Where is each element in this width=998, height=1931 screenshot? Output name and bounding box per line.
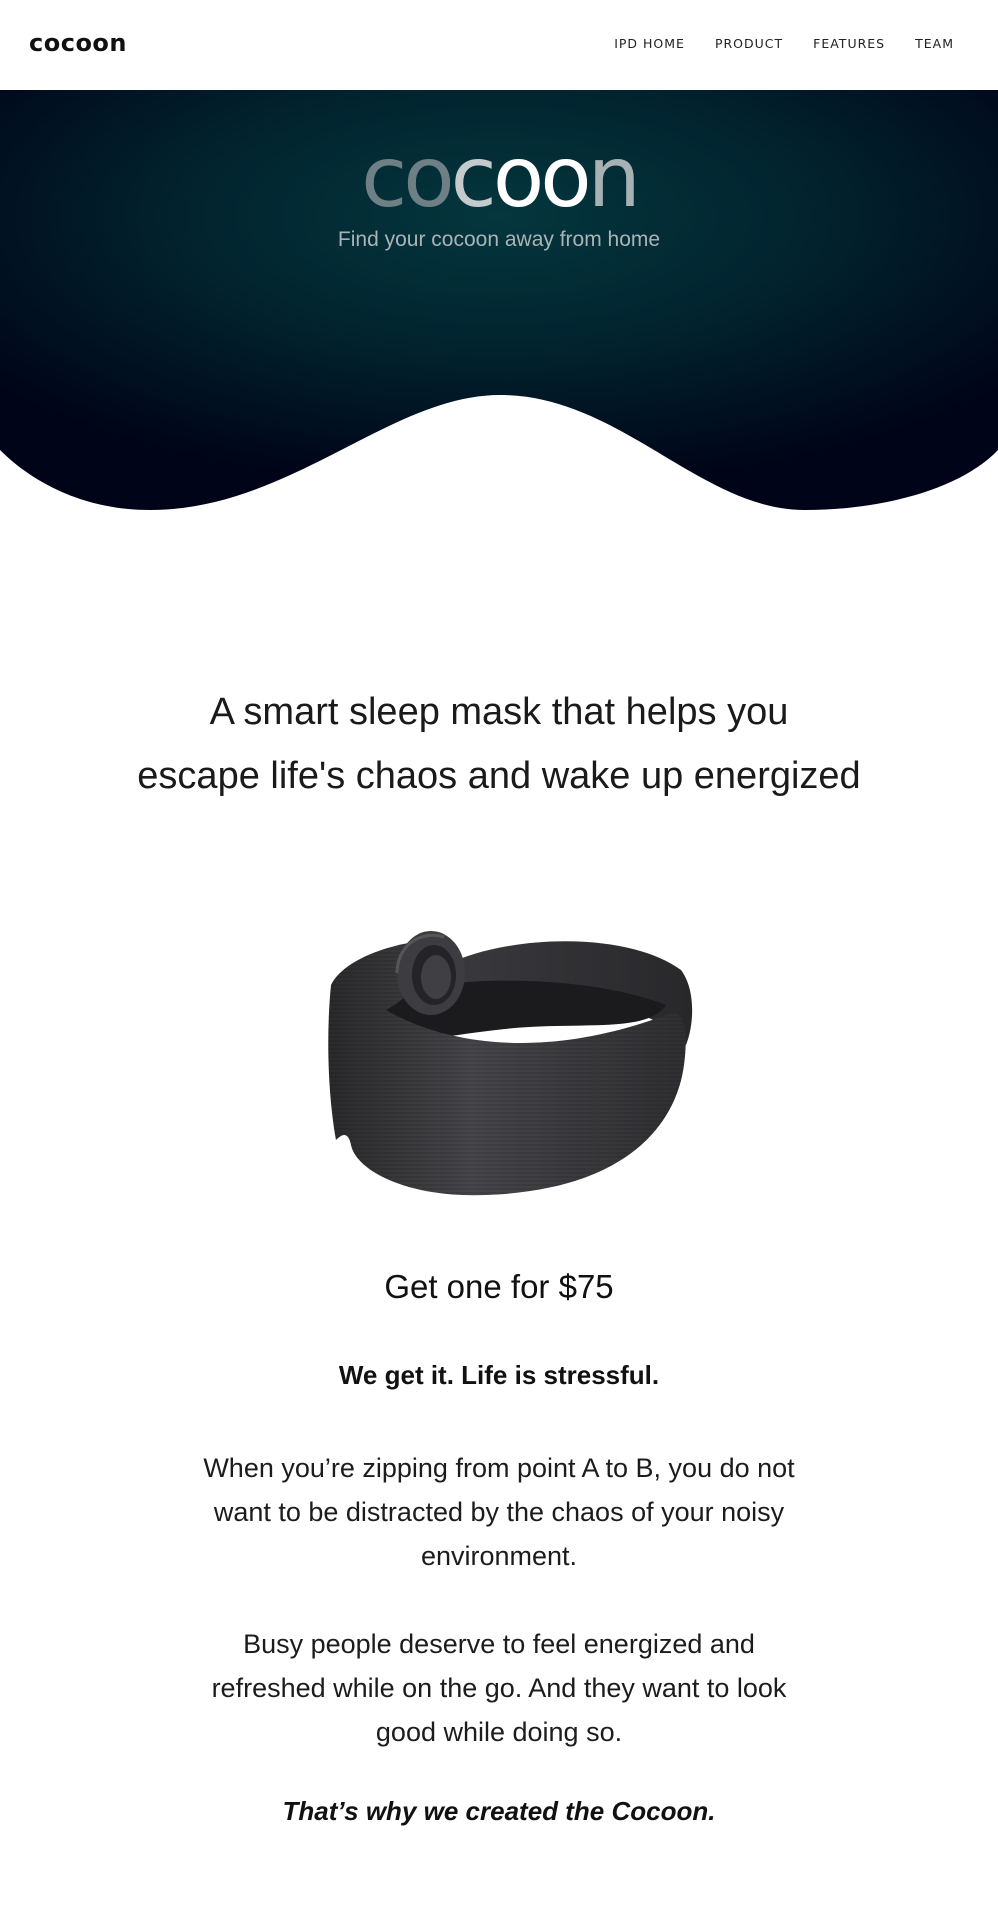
lead-statement: We get it. Life is stressful. bbox=[338, 1360, 660, 1390]
nav-link-ipd-home[interactable]: IPD HOME bbox=[614, 36, 685, 51]
price-cta[interactable]: Get one for $75 bbox=[0, 1268, 998, 1306]
nav-link-team[interactable]: TEAM bbox=[915, 36, 954, 51]
product-headline: A smart sleep mask that helps you escape… bbox=[0, 680, 998, 808]
nav-link-features[interactable]: FEATURES bbox=[813, 36, 885, 51]
hero-banner: cocoon Find your cocoon away from home bbox=[0, 90, 998, 510]
brand-logo[interactable]: cocoon bbox=[29, 29, 127, 57]
headline-line-1: A smart sleep mask that helps you bbox=[209, 691, 789, 733]
hero-logo: cocoon bbox=[361, 128, 641, 226]
paragraph-2: Busy people deserve to feel energized an… bbox=[211, 1629, 787, 1747]
nav-links: IPD HOME PRODUCT FEATURES TEAM bbox=[614, 36, 954, 51]
hero-tagline: Find your cocoon away from home bbox=[337, 228, 661, 251]
nav-link-product[interactable]: PRODUCT bbox=[715, 36, 783, 51]
top-nav: cocoon IPD HOME PRODUCT FEATURES TEAM bbox=[0, 0, 998, 90]
headline-line-2: escape life's chaos and wake up energize… bbox=[137, 755, 861, 797]
sleep-mask-image bbox=[326, 895, 696, 1215]
paragraph-1: When you’re zipping from point A to B, y… bbox=[203, 1453, 795, 1571]
closing-statement: That’s why we created the Cocoon. bbox=[282, 1796, 716, 1826]
